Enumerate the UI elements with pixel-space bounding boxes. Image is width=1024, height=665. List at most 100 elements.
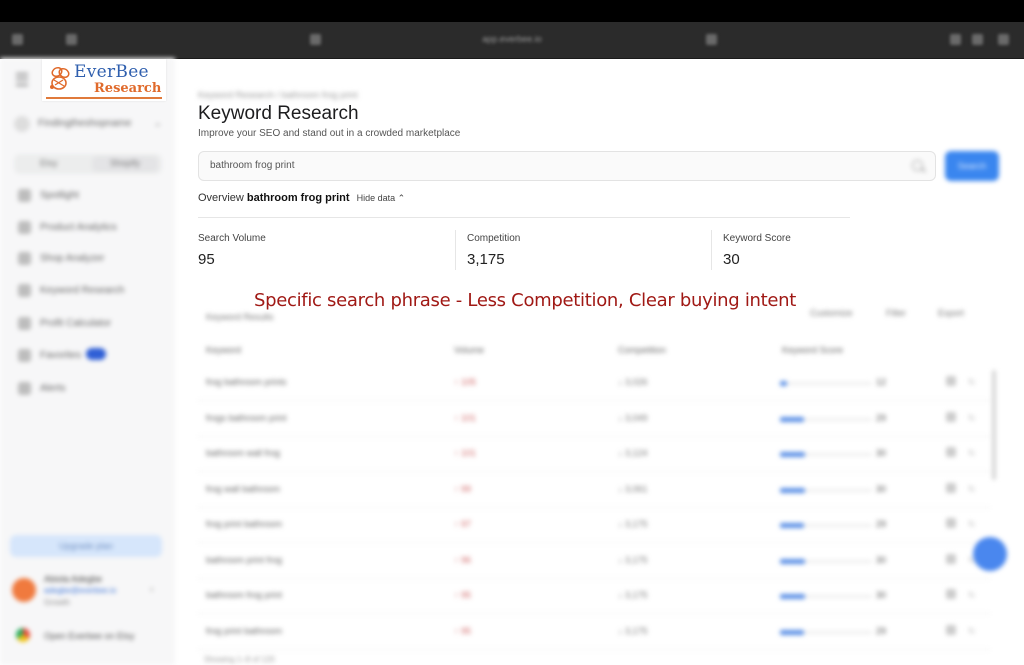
metric-value-competition: 3,175 xyxy=(467,251,505,268)
user-plan: Growth xyxy=(44,598,70,607)
top-bar xyxy=(0,0,1024,22)
overview-keyword: bathroom frog print xyxy=(246,192,350,204)
table-row[interactable]: frog print bathroom ↑ 97 ↓ 3,175 29 ↻ xyxy=(198,507,990,543)
search-button[interactable]: Search xyxy=(945,151,999,181)
refresh-icon[interactable]: ↻ xyxy=(968,377,976,388)
upgrade-button[interactable]: Upgrade plan xyxy=(10,535,162,557)
score-bar-fill xyxy=(780,487,805,493)
sidebar-item-spotlight[interactable]: Spotlight xyxy=(18,188,168,204)
competition-cell: ↓ 3,175 xyxy=(618,554,648,565)
chat-button[interactable] xyxy=(973,537,1007,571)
search-icon[interactable] xyxy=(912,160,923,171)
sidebar-item-label: Product Analytics xyxy=(40,222,117,233)
tabs-overview-icon[interactable] xyxy=(998,34,1009,45)
sidebar-item-label: Spotlight xyxy=(40,190,79,201)
table-row[interactable]: frogs bathroom print ↑ 101 ↓ 3,049 29 ↻ xyxy=(198,401,990,437)
page-title: Keyword Research xyxy=(198,103,359,124)
sidebar-toggle-icon[interactable] xyxy=(12,34,23,45)
score-cell: 30 xyxy=(876,590,887,600)
platform-etsy[interactable]: Etsy xyxy=(40,158,58,168)
metric-label-competition: Competition xyxy=(467,233,521,244)
sidebar-item-profit-calculator[interactable]: Profit Calculator xyxy=(18,316,168,332)
chevron-down-icon: ⌄ xyxy=(153,118,162,129)
bookmark-icon[interactable] xyxy=(946,376,956,386)
back-icon[interactable] xyxy=(66,34,77,45)
sidebar-item-label: Shop Analyzer xyxy=(40,253,105,264)
bee-icon xyxy=(50,66,70,90)
share-icon[interactable] xyxy=(950,34,961,45)
column-header-competition[interactable]: Competition xyxy=(618,345,666,355)
shield-icon[interactable] xyxy=(310,34,321,45)
search-input[interactable]: bathroom frog print xyxy=(198,151,936,181)
sidebar-item-shop-analyzer[interactable]: Shop Analyzer xyxy=(18,251,168,267)
menu-icon[interactable] xyxy=(16,73,28,86)
search-input-value: bathroom frog print xyxy=(210,160,295,171)
bookmark-icon[interactable] xyxy=(946,447,956,457)
bookmark-icon[interactable] xyxy=(946,553,956,564)
bookmark-icon[interactable] xyxy=(946,589,956,599)
score-bar-fill xyxy=(780,523,804,528)
column-header-keyword[interactable]: Keyword xyxy=(206,345,241,355)
sidebar-item-product-analytics[interactable]: Product Analytics xyxy=(18,220,168,236)
table-row[interactable]: frog print bathroom ↑ 95 ↓ 3,175 29 ↻ xyxy=(198,614,990,650)
table-title: Keyword Results xyxy=(206,312,274,322)
competition-cell: ↓ 3,026 xyxy=(618,377,648,387)
refresh-icon[interactable]: ↻ xyxy=(968,590,976,601)
bookmark-icon[interactable] xyxy=(946,518,956,528)
column-header-keyword-score[interactable]: Keyword Score xyxy=(782,345,843,355)
score-cell: 30 xyxy=(876,448,887,458)
table-row[interactable]: bathroom frog print ↑ 95 ↓ 3,175 30 ↻ xyxy=(198,578,990,614)
page-subtitle: Improve your SEO and stand out in a crow… xyxy=(198,128,461,139)
competition-cell: ↓ 3,049 xyxy=(618,412,648,423)
user-email: adegbe@everbee.io xyxy=(44,586,117,595)
keyword-cell: bathroom print frog xyxy=(206,554,283,565)
hide-data-toggle[interactable]: Hide data ⌃ xyxy=(357,193,406,203)
score-bar-fill xyxy=(780,381,787,386)
refresh-icon[interactable]: ↻ xyxy=(968,626,976,637)
new-badge xyxy=(86,348,106,360)
logo-underline xyxy=(46,97,162,99)
overview-header: Overview bathroom frog print Hide data ⌃ xyxy=(198,192,405,204)
chevron-right-icon[interactable]: › xyxy=(150,584,153,595)
table-row[interactable]: frog bathroom prints ↑ 105 ↓ 3,026 12 ↻ xyxy=(198,365,990,401)
score-bar-track xyxy=(780,382,872,385)
platform-shopify[interactable]: Shopify xyxy=(110,158,140,168)
competition-cell: ↓ 3,124 xyxy=(618,448,648,458)
volume-cell: ↑ 95 xyxy=(454,590,472,600)
sidebar-item-alerts[interactable]: Alerts xyxy=(18,381,168,397)
score-bar-fill xyxy=(780,594,805,599)
sidebar-item-label: Alerts xyxy=(40,383,66,394)
score-cell: 29 xyxy=(876,412,887,423)
calculator-icon xyxy=(18,317,31,330)
platform-toggle: Etsy Shopify xyxy=(14,154,162,174)
volume-cell: ↑ 99 xyxy=(454,483,472,494)
bookmark-icon[interactable] xyxy=(946,411,956,422)
volume-cell: ↑ 97 xyxy=(454,519,472,529)
reload-icon[interactable] xyxy=(706,34,717,45)
table-row[interactable]: bathroom print frog ↑ 96 ↓ 3,175 30 ↻ xyxy=(198,543,990,579)
bookmark-icon[interactable] xyxy=(946,624,956,635)
refresh-icon[interactable]: ↻ xyxy=(968,484,976,495)
refresh-icon[interactable]: ↻ xyxy=(968,413,976,424)
refresh-icon[interactable]: ↻ xyxy=(968,519,976,530)
store-selector[interactable]: Findingtheshopname ⌄ xyxy=(12,112,164,136)
avatar[interactable] xyxy=(12,578,36,602)
hide-data-label: Hide data xyxy=(356,193,396,203)
competition-cell: ↓ 3,061 xyxy=(618,483,648,494)
keyword-cell: frog bathroom prints xyxy=(206,377,287,387)
bookmark-icon[interactable] xyxy=(946,482,956,493)
table-row[interactable]: frog wall bathroom ↑ 99 ↓ 3,061 30 ↻ xyxy=(198,472,990,508)
keyword-cell: bathroom frog print xyxy=(206,590,283,600)
score-cell: 30 xyxy=(876,483,887,494)
logo-text-everbee: EverBee xyxy=(74,62,149,82)
address-bar[interactable]: app.everbee.io xyxy=(480,34,544,45)
scrollbar[interactable] xyxy=(992,370,996,480)
refresh-icon[interactable]: ↻ xyxy=(968,448,976,459)
chevron-up-icon: ⌃ xyxy=(397,193,406,203)
store-name: Findingtheshopname xyxy=(38,118,132,129)
new-tab-icon[interactable] xyxy=(972,34,983,45)
table-row[interactable]: bathroom wall frog ↑ 101 ↓ 3,124 30 ↻ xyxy=(198,436,990,472)
chrome-extension-link[interactable]: Open Everbee on Etsy xyxy=(44,631,135,641)
breadcrumb[interactable]: Keyword Research / bathroom frog print xyxy=(198,90,358,100)
column-header-volume[interactable]: Volume xyxy=(454,345,484,355)
